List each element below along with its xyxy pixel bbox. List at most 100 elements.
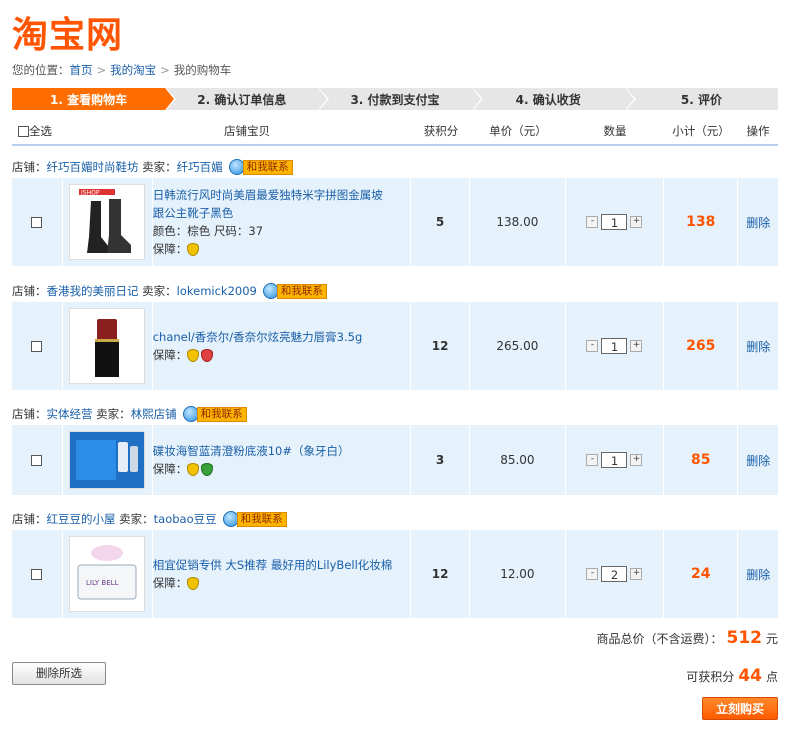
delete-item-link[interactable]: 删除 bbox=[746, 214, 770, 231]
step-pay-alipay: 3. 付款到支付宝 bbox=[318, 88, 483, 110]
decrease-button[interactable]: - bbox=[586, 216, 599, 228]
contact-seller-button[interactable]: 和我联系 bbox=[262, 283, 327, 299]
quantity-input[interactable]: 2 bbox=[601, 566, 628, 582]
increase-button[interactable]: + bbox=[630, 568, 643, 580]
breadcrumb-home-link[interactable]: 首页 bbox=[70, 63, 93, 77]
seller-name-link[interactable]: 纤巧百媚 bbox=[177, 159, 223, 175]
contact-label: 和我联系 bbox=[236, 511, 287, 527]
header-price: 单价（元） bbox=[489, 124, 547, 138]
step-confirm-receipt: 4. 确认收货 bbox=[471, 88, 637, 110]
foundation-box-image bbox=[70, 432, 145, 488]
contact-label: 和我联系 bbox=[196, 406, 247, 422]
product-thumbnail[interactable] bbox=[69, 431, 146, 489]
item-subtotal: 85 bbox=[664, 425, 739, 495]
increase-button[interactable]: + bbox=[630, 340, 643, 352]
item-checkbox[interactable] bbox=[31, 340, 43, 352]
seller-name-link[interactable]: lokemick2009 bbox=[177, 284, 257, 298]
thumb-brand-text: LILY BELL bbox=[86, 579, 119, 587]
breadcrumb-prefix: 您的位置： bbox=[12, 63, 70, 77]
product-thumbnail[interactable]: JSHOP bbox=[69, 184, 146, 260]
header-item: 店铺宝贝 bbox=[224, 124, 270, 138]
product-thumbnail[interactable] bbox=[69, 308, 146, 384]
cart-item-row: JSHOP 日韩流行风时尚美眉最爱独特米字拼图金属坡 跟公主靴子黑色 颜色：棕色 … bbox=[12, 178, 778, 266]
cart-item-row: 碟妆海智蓝清澄粉底液10#（象牙白） 保障： 3 85.00 -1 + 85 删除 bbox=[12, 425, 778, 495]
item-subtotal: 265 bbox=[664, 302, 739, 390]
decrease-button[interactable]: - bbox=[586, 568, 599, 580]
increase-button[interactable]: + bbox=[630, 454, 643, 466]
product-thumbnail[interactable]: LILY BELL bbox=[69, 536, 146, 612]
contact-seller-button[interactable]: 和我联系 bbox=[222, 511, 287, 527]
points-unit: 点 bbox=[765, 670, 778, 684]
quantity-input[interactable]: 1 bbox=[601, 452, 628, 468]
decrease-button[interactable]: - bbox=[586, 340, 599, 352]
seller-name-link[interactable]: taobao豆豆 bbox=[154, 511, 217, 527]
step-confirm-order: 2. 确认订单信息 bbox=[165, 88, 330, 110]
shop-name-link[interactable]: 纤巧百媚时尚鞋坊 bbox=[47, 159, 139, 175]
item-price: 12.00 bbox=[470, 530, 566, 618]
quantity-stepper: -1 + bbox=[586, 214, 643, 230]
item-price: 138.00 bbox=[470, 178, 566, 266]
shop-label: 店铺： bbox=[12, 160, 47, 174]
points-amount: 44 bbox=[738, 666, 762, 686]
item-price: 265.00 bbox=[470, 302, 566, 390]
contact-seller-button[interactable]: 和我联系 bbox=[228, 159, 293, 175]
quantity-input[interactable]: 1 bbox=[601, 338, 628, 354]
select-all-label: 全选 bbox=[29, 124, 52, 138]
shop-header: 店铺： 香港我的美丽日记 卖家： lokemick2009 和我联系 bbox=[12, 282, 327, 300]
lipstick-image bbox=[95, 319, 120, 377]
item-title-link[interactable]: 日韩流行风时尚美眉最爱独特米字拼图金属坡 跟公主靴子黑色 bbox=[153, 188, 383, 220]
taobao-logo[interactable]: 淘宝网 bbox=[12, 6, 123, 58]
guarantee-label: 保障： bbox=[152, 576, 188, 590]
delete-item-link[interactable]: 删除 bbox=[746, 566, 770, 583]
seller-name-link[interactable]: 林熙店铺 bbox=[131, 406, 177, 422]
select-all-checkbox[interactable] bbox=[18, 125, 29, 137]
contact-seller-button[interactable]: 和我联系 bbox=[182, 406, 247, 422]
shop-header: 店铺： 实体经营 卖家： 林熙店铺 和我联系 bbox=[12, 405, 247, 423]
seller-label: 卖家： bbox=[142, 160, 177, 174]
quantity-stepper: -2 + bbox=[586, 566, 643, 582]
item-points: 12 bbox=[411, 302, 470, 390]
item-subtotal: 138 bbox=[664, 178, 739, 266]
guarantee-label: 保障： bbox=[152, 242, 188, 256]
guarantee-label: 保障： bbox=[152, 462, 188, 476]
increase-button[interactable]: + bbox=[630, 216, 643, 228]
boots-image: JSHOP bbox=[79, 189, 132, 253]
order-total: 商品总价（不含运费）： 512 元 bbox=[596, 628, 778, 648]
decrease-button[interactable]: - bbox=[586, 454, 599, 466]
shop-header: 店铺： 纤巧百媚时尚鞋坊 卖家： 纤巧百媚 和我联系 bbox=[12, 158, 293, 176]
shop-label: 店铺： bbox=[12, 284, 47, 298]
item-checkbox[interactable] bbox=[31, 216, 43, 228]
shop-name-link[interactable]: 实体经营 bbox=[47, 406, 93, 422]
select-all[interactable]: 全选 bbox=[12, 123, 82, 139]
seller-label: 卖家： bbox=[96, 407, 131, 421]
item-subtotal: 24 bbox=[664, 530, 739, 618]
delete-item-link[interactable]: 删除 bbox=[746, 452, 770, 469]
header-subtotal: 小计（元） bbox=[672, 124, 730, 138]
item-title-link[interactable]: chanel/香奈尔/香奈尔炫亮魅力唇膏3.5g bbox=[153, 330, 363, 344]
checkout-steps: 1. 查看购物车 2. 确认订单信息 3. 付款到支付宝 4. 确认收货 5. … bbox=[12, 88, 779, 110]
quantity-input[interactable]: 1 bbox=[601, 214, 628, 230]
cart-item-row: LILY BELL 相宜促销专供 大S推荐 最好用的LilyBell化妆棉 保障… bbox=[12, 530, 778, 618]
contact-label: 和我联系 bbox=[276, 283, 327, 299]
delete-item-link[interactable]: 删除 bbox=[746, 338, 770, 355]
green-guarantee-icon bbox=[201, 463, 214, 476]
item-details: 日韩流行风时尚美眉最爱独特米字拼图金属坡 跟公主靴子黑色 颜色：棕色 尺码：37 … bbox=[153, 186, 383, 258]
shop-name-link[interactable]: 香港我的美丽日记 bbox=[47, 283, 139, 299]
shop-name-link[interactable]: 红豆豆的小屋 bbox=[47, 511, 116, 527]
guarantee-shield-icon bbox=[187, 463, 200, 476]
cotton-pads-image: LILY BELL bbox=[77, 545, 137, 600]
guarantee-shield-icon bbox=[187, 577, 200, 590]
item-checkbox[interactable] bbox=[31, 454, 43, 466]
guarantee-shield-icon bbox=[187, 243, 200, 256]
breadcrumb-separator: > bbox=[160, 63, 170, 77]
item-title-link[interactable]: 相宜促销专供 大S推荐 最好用的LilyBell化妆棉 bbox=[153, 558, 393, 572]
breadcrumb-my-taobao-link[interactable]: 我的淘宝 bbox=[110, 63, 156, 77]
item-details: 相宜促销专供 大S推荐 最好用的LilyBell化妆棉 保障： bbox=[152, 556, 393, 592]
thumb-brand-text: JSHOP bbox=[80, 190, 100, 197]
delete-selected-button[interactable]: 删除所选 bbox=[12, 662, 106, 685]
item-points: 12 bbox=[411, 530, 470, 618]
item-title-link[interactable]: 碟妆海智蓝清澄粉底液10#（象牙白） bbox=[153, 444, 350, 458]
cart-item-row: chanel/香奈尔/香奈尔炫亮魅力唇膏3.5g 保障： 12 265.00 -… bbox=[12, 302, 778, 390]
item-checkbox[interactable] bbox=[31, 568, 43, 580]
buy-now-button[interactable]: 立刻购买 bbox=[702, 697, 778, 720]
